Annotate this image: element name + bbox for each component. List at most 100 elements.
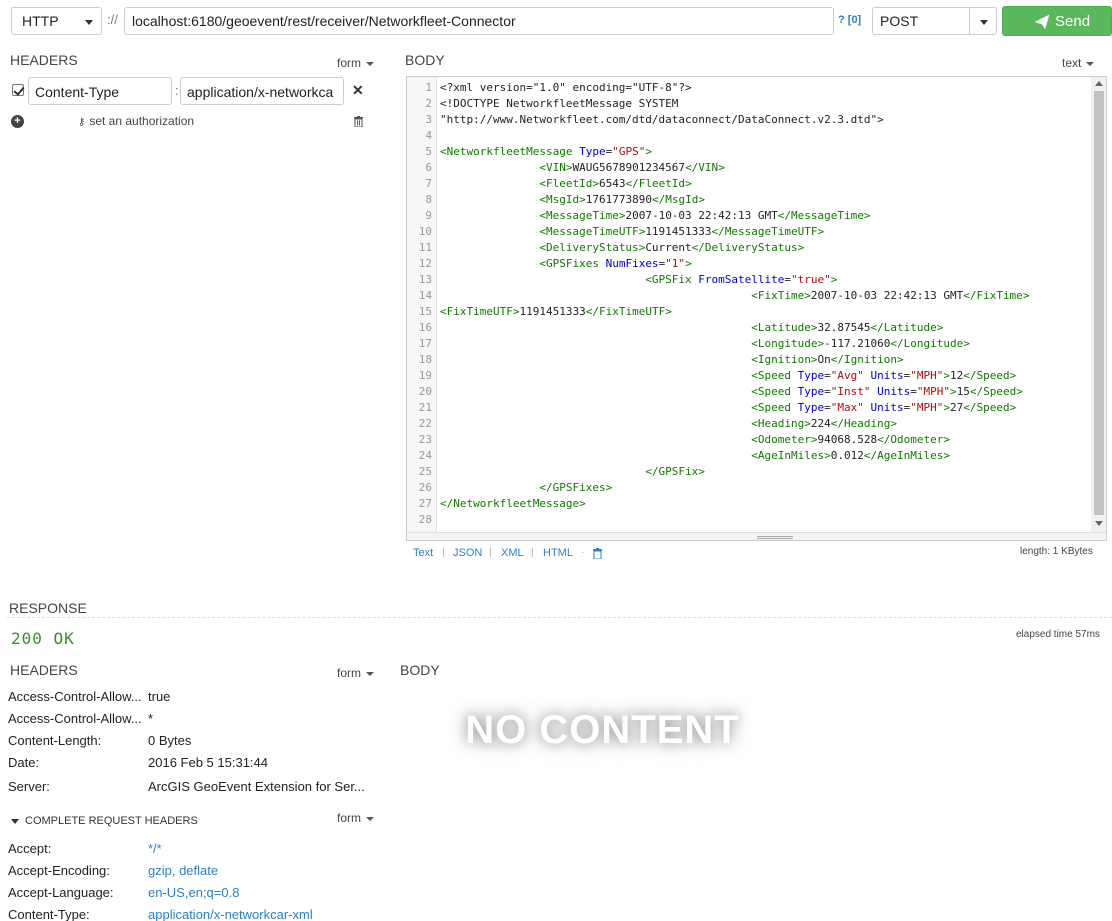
- code-line: 3 "http://www.Networkfleet.com/dtd/dataco…: [407, 112, 1092, 128]
- request-header-value[interactable]: en-US,en;q=0.8: [148, 885, 239, 900]
- send-button[interactable]: Send: [1002, 6, 1112, 36]
- line-number: 23: [418, 433, 432, 446]
- format-xml-link[interactable]: XML: [501, 547, 524, 559]
- response-header-value: true: [148, 689, 171, 704]
- response-header-name: Server:: [8, 779, 50, 794]
- request-header-name: Accept:: [8, 841, 52, 856]
- request-header-value[interactable]: */*: [148, 841, 162, 856]
- query-params-toggle[interactable]: ? [0]: [838, 14, 861, 26]
- code-text: <Longitude>-117.21060</Longitude>: [751, 337, 970, 350]
- code-text: <MessageTimeUTF>1191451333</MessageTimeU…: [539, 225, 825, 238]
- format-separator: |: [489, 547, 492, 558]
- code-text: <AgeInMiles>0.012</AgeInMiles>: [751, 449, 950, 462]
- request-header-name: Accept-Language:: [8, 885, 114, 900]
- resize-grip[interactable]: [757, 536, 793, 539]
- request-header-name: Accept-Encoding:: [8, 863, 110, 878]
- request-header-value[interactable]: gzip, deflate: [148, 863, 218, 878]
- close-icon[interactable]: ✕: [352, 82, 364, 99]
- send-label: Send: [1055, 13, 1091, 30]
- scrollbar-thumb[interactable]: [1094, 91, 1104, 515]
- code-line: 19 <Speed Type="Avg" Units="MPH">12</Spe…: [407, 368, 1092, 384]
- format-json-link[interactable]: JSON: [453, 547, 482, 559]
- line-number: 11: [418, 241, 432, 254]
- line-number: 14: [418, 289, 432, 302]
- code-text: <FixTimeUTF>1191451333</FixTimeUTF>: [440, 305, 672, 318]
- headers-mode-select[interactable]: form: [337, 56, 374, 70]
- method-divider: [969, 8, 970, 34]
- chevron-down-icon: [85, 20, 93, 25]
- code-line: 7 <FleetId>6543</FleetId>: [407, 176, 1092, 192]
- complete-request-headers-toggle[interactable]: COMPLETE REQUEST HEADERS: [11, 815, 198, 827]
- code-text: "http://www.Networkfleet.com/dtd/datacon…: [440, 113, 884, 126]
- line-number: 19: [418, 369, 432, 382]
- trash-icon[interactable]: [354, 116, 363, 127]
- code-text: <Latitude>32.87545</Latitude>: [751, 321, 944, 334]
- line-number: 6: [425, 161, 432, 174]
- chevron-down-icon: [1086, 61, 1095, 66]
- line-number: 7: [425, 177, 432, 190]
- code-text: <Odometer>94068.528</Odometer>: [751, 433, 950, 446]
- request-headers-mode-label: form: [337, 811, 361, 825]
- chevron-down-icon: [366, 816, 374, 821]
- code-line: 13 <GPSFix FromSatellite="true">: [407, 272, 1092, 288]
- line-number: 5: [425, 145, 432, 158]
- header-enabled-checkbox[interactable]: [12, 84, 24, 96]
- line-number: 21: [418, 401, 432, 414]
- scheme-separator: ://: [107, 12, 118, 27]
- scroll-down-icon[interactable]: [1095, 521, 1103, 526]
- code-text: <FleetId>6543</FleetId>: [539, 177, 692, 190]
- code-text: <MsgId>1761773890</MsgId>: [539, 193, 705, 206]
- request-bar: HTTP :// localhost:6180/geoevent/rest/re…: [0, 0, 1112, 42]
- line-number: 8: [425, 193, 432, 206]
- response-header-name: Access-Control-Allow...: [8, 711, 142, 726]
- no-content-message: NO CONTENT: [465, 708, 740, 752]
- code-line: 20 <Speed Type="Inst" Units="MPH">15</Sp…: [407, 384, 1092, 400]
- code-line: 10 <MessageTimeUTF>1191451333</MessageTi…: [407, 224, 1092, 240]
- code-text: <GPSFix FromSatellite="true">: [645, 273, 838, 286]
- code-line: 23 <Odometer>94068.528</Odometer>: [407, 432, 1092, 448]
- code-line: 9 <MessageTime>2007-10-03 22:42:13 GMT</…: [407, 208, 1092, 224]
- scroll-up-icon[interactable]: [1095, 81, 1103, 86]
- method-select[interactable]: POST: [872, 7, 997, 35]
- complete-request-headers-label: COMPLETE REQUEST HEADERS: [25, 815, 198, 827]
- protocol-select[interactable]: HTTP: [11, 7, 102, 35]
- set-authorization-link[interactable]: ⚷ set an authorization: [78, 114, 194, 128]
- format-text-link[interactable]: Text: [413, 547, 433, 559]
- header-value-input[interactable]: application/x-networkca: [180, 77, 344, 105]
- body-editor[interactable]: 1 <?xml version="1.0" encoding="UTF-8"?> 2…: [406, 76, 1107, 541]
- paper-plane-icon: [1034, 14, 1050, 30]
- code-line: 15 <FixTimeUTF>1191451333</FixTimeUTF>: [407, 304, 1092, 320]
- response-divider: [7, 617, 1112, 618]
- chevron-down-icon: [980, 20, 988, 25]
- body-mode-select[interactable]: text: [1062, 56, 1095, 70]
- line-number: 16: [418, 321, 432, 334]
- request-header-value[interactable]: application/x-networkcar-xml: [148, 907, 313, 921]
- code-text: <FixTime>2007-10-03 22:42:13 GMT</FixTim…: [751, 289, 1030, 302]
- line-number: 24: [418, 449, 432, 462]
- header-name-input[interactable]: Content-Type: [28, 77, 172, 105]
- editor-scrollbar[interactable]: [1091, 77, 1106, 532]
- line-number: 15: [418, 305, 432, 318]
- format-separator: |: [531, 547, 534, 558]
- plus-circle-icon[interactable]: +: [11, 115, 24, 128]
- response-headers-mode-select[interactable]: form: [337, 666, 374, 680]
- caret-down-icon: [11, 818, 19, 824]
- code-line: 26 </GPSFixes>: [407, 480, 1092, 496]
- line-number: 1: [425, 81, 432, 94]
- set-authorization-label: set an authorization: [89, 114, 195, 128]
- elapsed-time: elapsed time 57ms: [1016, 629, 1100, 640]
- request-headers-mode-select[interactable]: form: [337, 811, 374, 825]
- code-line: 2 <!DOCTYPE NetworkfleetMessage SYSTEM: [407, 96, 1092, 112]
- response-header-name: Access-Control-Allow...: [8, 689, 142, 704]
- code-text: <NetworkfleetMessage Type="GPS">: [440, 145, 652, 158]
- body-title: BODY: [405, 52, 445, 68]
- key-icon: ⚷: [78, 117, 86, 128]
- code-line: 16 <Latitude>32.87545</Latitude>: [407, 320, 1092, 336]
- editor-resize-handle[interactable]: [407, 532, 1106, 540]
- url-input[interactable]: localhost:6180/geoevent/rest/receiver/Ne…: [124, 7, 834, 35]
- format-html-link[interactable]: HTML: [543, 547, 573, 559]
- response-header-name: Date:: [8, 755, 40, 770]
- trash-icon[interactable]: [593, 548, 602, 559]
- request-header-name: Content-Type:: [8, 907, 90, 921]
- code-text: <GPSFixes NumFixes="1">: [539, 257, 692, 270]
